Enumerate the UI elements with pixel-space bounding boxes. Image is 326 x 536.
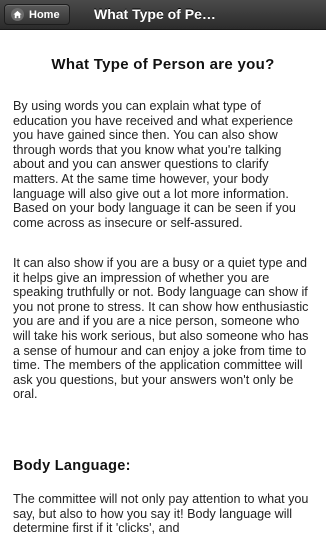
- home-icon: [11, 8, 24, 21]
- paragraph-3: The committee will not only pay attentio…: [13, 492, 309, 536]
- app-bar: Home What Type of Pe…: [0, 0, 326, 30]
- page-title: What Type of Pe…: [94, 6, 216, 22]
- paragraph-1: By using words you can explain what type…: [13, 99, 296, 230]
- home-button-label: Home: [29, 8, 60, 21]
- section-heading: Body Language:: [13, 458, 131, 474]
- article-heading: What Type of Person are you?: [51, 56, 275, 73]
- paragraph-2: It can also show if you are a busy or a …: [13, 256, 309, 402]
- home-button[interactable]: Home: [4, 4, 70, 25]
